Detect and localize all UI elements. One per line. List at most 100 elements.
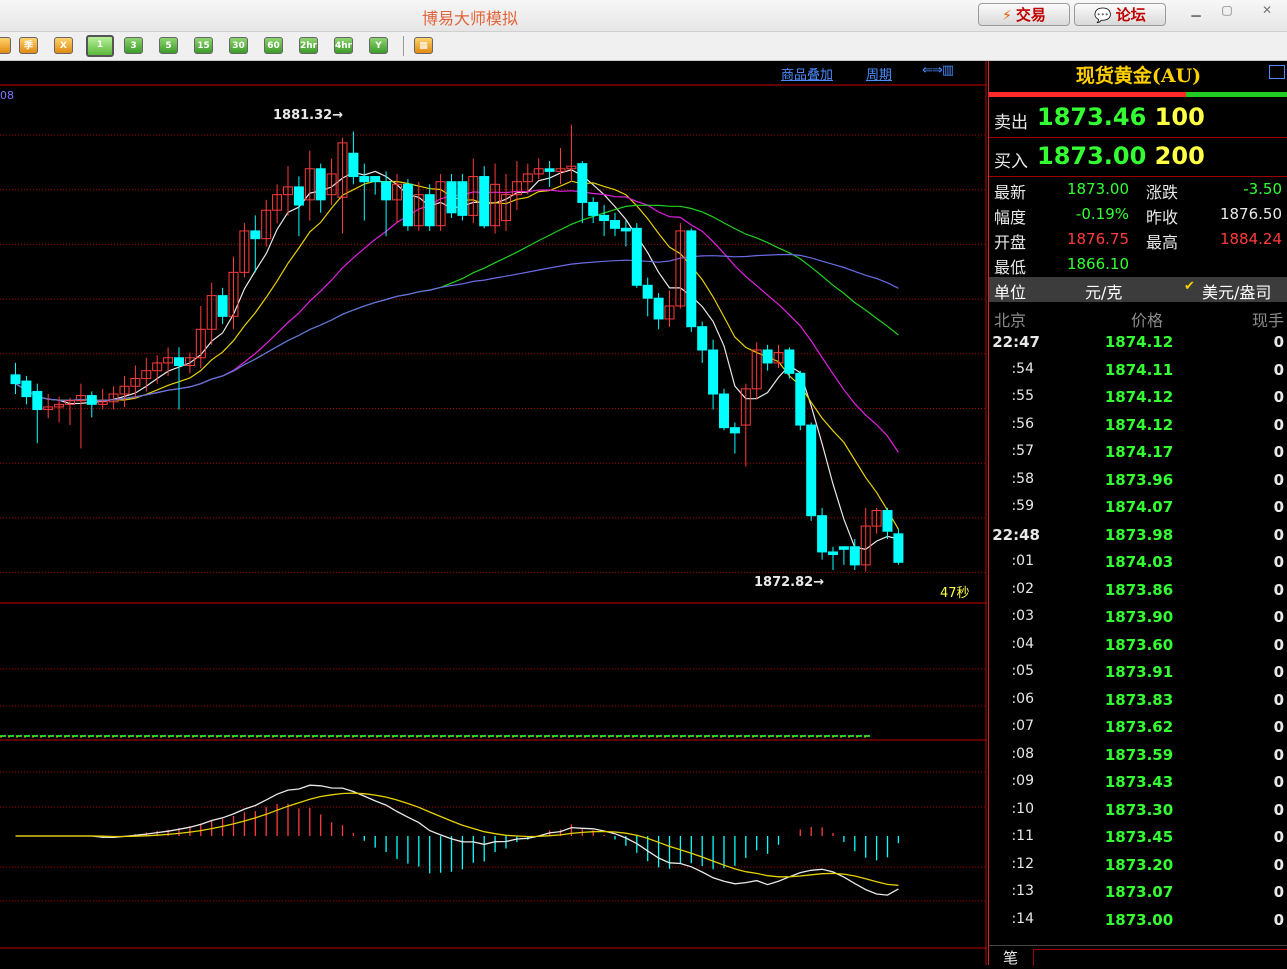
period-link[interactable]: 周期 — [866, 64, 892, 83]
candle-body — [250, 230, 261, 240]
panel-toggle-icon[interactable]: ▥ — [942, 63, 954, 78]
candle-body — [828, 551, 838, 556]
unit-value[interactable]: 元/克 — [1085, 279, 1122, 303]
tick-time: :02 — [1011, 580, 1034, 597]
tick-price: 1874.12 — [1104, 333, 1174, 351]
period-button-4hr[interactable]: 4hr — [334, 37, 353, 54]
latest-label: 最新 — [994, 183, 1027, 202]
tick-price: 1873.45 — [1104, 828, 1174, 846]
period-button-60[interactable]: 60 — [264, 37, 283, 54]
tick-volume: 0 — [1273, 828, 1284, 846]
scroll-left-icon[interactable]: ⇐ — [922, 63, 933, 78]
candle-body — [424, 194, 435, 227]
candle-body — [642, 284, 653, 299]
forum-button[interactable]: 💬 论坛 — [1074, 3, 1166, 26]
candle-body — [708, 349, 719, 395]
checkmark-icon[interactable]: ✔ — [1184, 279, 1195, 294]
prev-period-button[interactable] — [0, 37, 11, 54]
tick-time: :01 — [1011, 553, 1034, 569]
candle-body — [795, 372, 806, 426]
open-value: 1876.75 — [1066, 230, 1129, 248]
tick-row: :55 1874.12 0 — [989, 388, 1287, 415]
tick-price: 1874.12 — [1104, 388, 1174, 406]
period-button-5[interactable]: 5 — [159, 37, 178, 54]
unit-label: 单位 — [994, 283, 1027, 302]
tick-row: :56 1874.12 0 — [989, 416, 1287, 443]
candle-body — [577, 163, 588, 203]
candle-body — [719, 393, 729, 429]
period-label: 3 — [130, 41, 137, 51]
tick-row: :02 1873.86 0 — [989, 581, 1287, 608]
chat-bubble-icon: 💬 — [1094, 8, 1112, 24]
period-label: 2hr — [300, 41, 318, 51]
tick-price: 1873.83 — [1104, 690, 1174, 709]
tick-price: 1874.11 — [1104, 360, 1174, 379]
candle-body — [686, 230, 697, 328]
tick-time: :07 — [1011, 718, 1034, 734]
period-button-x[interactable]: X — [54, 37, 73, 54]
tick-volume: 0 — [1273, 580, 1284, 599]
sell-row[interactable]: 卖出 1873.46 100 — [989, 99, 1287, 138]
candle-body — [882, 510, 893, 532]
buy-row[interactable]: 买入 1873.00 200 — [989, 138, 1287, 177]
scroll-right-icon[interactable]: ⇒ — [932, 63, 943, 78]
tick-time: :09 — [1011, 773, 1034, 789]
panel-menu-icon[interactable] — [1269, 65, 1285, 79]
candle-body — [631, 227, 642, 286]
tick-time: :13 — [1011, 883, 1034, 899]
tick-volume: 0 — [1273, 635, 1284, 654]
tick-volume: 0 — [1273, 883, 1284, 901]
period-button-30[interactable]: 30 — [229, 37, 248, 54]
tick-head-price: 价格 — [1131, 311, 1164, 330]
tick-table-header: 北京 价格 现手 — [989, 307, 1287, 330]
chart-nav-buttons[interactable]: ⇐⇒▥ — [922, 63, 954, 78]
period-button-y[interactable]: Y — [369, 37, 388, 54]
price-chart[interactable] — [0, 61, 987, 965]
indicator-label: 08 — [0, 89, 14, 102]
candle-body — [893, 533, 904, 563]
candle-body — [653, 297, 664, 320]
period-button-quarter[interactable]: 季 — [19, 37, 38, 54]
overlay-link[interactable]: 商品叠加 — [781, 64, 833, 83]
tick-price: 1873.07 — [1104, 883, 1174, 901]
latest-value: 1873.00 — [1066, 180, 1129, 198]
candle-body — [817, 515, 828, 553]
tick-volume: 0 — [1273, 443, 1284, 461]
maximize-icon[interactable]: ▢ — [1214, 2, 1240, 18]
period-button-2hr[interactable]: 2hr — [299, 37, 318, 54]
unit-option[interactable]: 美元/盎司 — [1202, 279, 1271, 303]
candle-body — [610, 220, 620, 229]
trade-button[interactable]: ⚡ 交易 — [978, 3, 1070, 26]
candle-body — [174, 357, 184, 367]
tick-volume: 0 — [1273, 525, 1284, 544]
input-box[interactable] — [1033, 949, 1287, 966]
candle-body — [544, 168, 555, 172]
countdown-label: 47秒 — [940, 586, 970, 601]
period-button-1[interactable]: 1 — [86, 35, 114, 57]
tick-price: 1874.03 — [1104, 553, 1174, 571]
candle-body — [21, 380, 32, 398]
tick-price: 1873.91 — [1104, 663, 1174, 681]
minimize-icon[interactable]: ▁ — [1183, 2, 1209, 18]
tick-volume: 0 — [1273, 498, 1284, 516]
tick-price: 1873.59 — [1104, 745, 1174, 764]
tick-row: :01 1874.03 0 — [989, 553, 1287, 580]
tick-row: :05 1873.91 0 — [989, 663, 1287, 690]
period-button-15[interactable]: 15 — [194, 37, 213, 54]
candle-body — [620, 227, 631, 232]
layout-grid-icon[interactable]: ▦ — [414, 37, 433, 54]
tick-time: :59 — [1011, 498, 1034, 514]
close-icon[interactable]: ✕ — [1254, 2, 1280, 18]
sell-price-value: 1873.46 — [1037, 103, 1147, 131]
app-title: 博易大师模拟 — [421, 9, 518, 28]
open-label: 开盘 — [994, 233, 1027, 252]
change-value: -3.50 — [1243, 180, 1282, 198]
lightning-icon: ⚡ — [1002, 8, 1012, 24]
tick-volume: 0 — [1273, 910, 1284, 929]
forum-label: 论坛 — [1115, 6, 1146, 24]
candle-body — [729, 427, 740, 434]
period-button-3[interactable]: 3 — [124, 37, 143, 54]
tick-row: :04 1873.60 0 — [989, 636, 1287, 663]
tick-time: :03 — [1011, 608, 1034, 624]
tick-time: 22:48 — [992, 525, 1040, 544]
